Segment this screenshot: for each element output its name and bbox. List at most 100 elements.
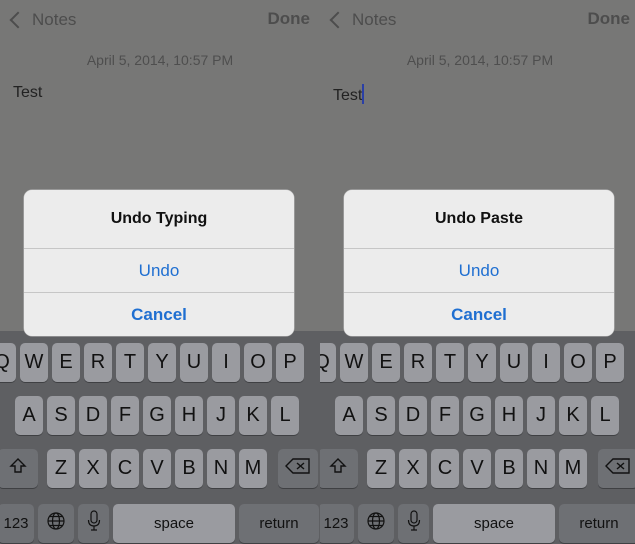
key-g[interactable]: G [463,396,491,435]
key-n[interactable]: N [207,449,235,488]
globe-key[interactable] [38,504,74,543]
key-c[interactable]: C [111,449,139,488]
key-r[interactable]: R [84,343,112,382]
microphone-key[interactable] [398,504,429,543]
key-e[interactable]: E [372,343,400,382]
key-b[interactable]: B [495,449,523,488]
undo-button[interactable]: Undo [344,249,614,293]
key-x[interactable]: X [399,449,427,488]
key-j[interactable]: J [527,396,555,435]
backspace-icon [285,457,311,480]
key-z[interactable]: Z [47,449,75,488]
key-x[interactable]: X [79,449,107,488]
key-l[interactable]: L [591,396,619,435]
note-body[interactable]: Test [333,84,365,105]
key-a[interactable]: A [335,396,363,435]
globe-key[interactable] [358,504,394,543]
back-button[interactable]: Notes [328,8,396,32]
key-c[interactable]: C [431,449,459,488]
note-date: April 5, 2014, 10:57 PM [406,52,554,68]
key-l[interactable]: L [271,396,299,435]
key-n[interactable]: N [527,449,555,488]
key-a[interactable]: A [15,396,43,435]
key-z[interactable]: Z [367,449,395,488]
chevron-left-icon [329,11,347,29]
text-cursor [362,84,365,104]
key-d[interactable]: D [79,396,107,435]
key-t[interactable]: T [116,343,144,382]
key-u[interactable]: U [180,343,208,382]
alert-dialog: Undo Typing Undo Cancel [24,190,294,336]
key-w[interactable]: W [340,343,368,382]
navigation-bar: Notes Done [0,0,320,42]
key-y[interactable]: Y [148,343,176,382]
space-key[interactable]: space [113,504,235,543]
cancel-button[interactable]: Cancel [344,293,614,336]
return-key[interactable]: return [239,504,319,543]
done-button[interactable]: Done [588,9,631,29]
screenshot: Notes Done April 5, 2014, 10:57 PM Test Q W E R… [0,0,635,544]
key-v[interactable]: V [143,449,171,488]
back-label: Notes [32,10,77,29]
key-b[interactable]: B [175,449,203,488]
alert-dialog: Undo Paste Undo Cancel [344,190,614,336]
done-button[interactable]: Done [268,9,311,29]
key-g[interactable]: G [143,396,171,435]
delete-key[interactable] [278,449,318,488]
note-date: April 5, 2014, 10:57 PM [86,52,234,68]
navigation-bar: Notes Done [320,0,635,42]
delete-key[interactable] [598,449,635,488]
key-d[interactable]: D [399,396,427,435]
key-i[interactable]: I [212,343,240,382]
note-text: Test [13,84,43,101]
notes-panel-2: Notes Done April 5, 2014, 10:57 PM Test Q W E R… [320,0,635,544]
space-key[interactable]: space [433,504,555,543]
key-p[interactable]: P [276,343,304,382]
key-o[interactable]: O [244,343,272,382]
key-v[interactable]: V [463,449,491,488]
shift-arrow-icon [329,457,347,481]
key-k[interactable]: K [559,396,587,435]
keyboard: Q W E R T Y U I O P A S D F G H J K L Z X C V B N M 123 space return [320,331,635,544]
key-i[interactable]: I [532,343,560,382]
return-key[interactable]: return [559,504,635,543]
key-r[interactable]: R [404,343,432,382]
undo-button[interactable]: Undo [24,249,294,293]
alert-title: Undo Typing [110,210,208,227]
shift-key[interactable] [320,449,358,488]
key-m[interactable]: M [239,449,267,488]
microphone-key[interactable] [78,504,109,543]
key-s[interactable]: S [47,396,75,435]
back-button[interactable]: Notes [8,8,76,32]
key-f[interactable]: F [111,396,139,435]
numbers-key[interactable]: 123 [0,504,34,543]
key-s[interactable]: S [367,396,395,435]
shift-key[interactable] [0,449,38,488]
note-body[interactable]: Test [13,84,42,102]
key-t[interactable]: T [436,343,464,382]
key-q[interactable]: Q [320,343,336,382]
alert-title: Undo Paste [434,210,523,227]
key-m[interactable]: M [559,449,587,488]
key-e[interactable]: E [52,343,80,382]
key-k[interactable]: K [239,396,267,435]
key-f[interactable]: F [431,396,459,435]
globe-icon [366,511,386,537]
key-h[interactable]: H [175,396,203,435]
globe-icon [46,511,66,537]
backspace-icon [605,457,631,480]
cancel-button[interactable]: Cancel [24,293,294,336]
numbers-key[interactable]: 123 [320,504,354,543]
chevron-left-icon [9,11,27,29]
keyboard: Q W E R T Y U I O P A S D F G H J K L Z X C V B N M 123 space return [0,331,320,544]
key-q[interactable]: Q [0,343,16,382]
key-o[interactable]: O [564,343,592,382]
microphone-icon [407,509,421,538]
key-y[interactable]: Y [468,343,496,382]
key-j[interactable]: J [207,396,235,435]
key-h[interactable]: H [495,396,523,435]
key-p[interactable]: P [596,343,624,382]
key-w[interactable]: W [20,343,48,382]
key-u[interactable]: U [500,343,528,382]
shift-arrow-icon [9,457,27,481]
